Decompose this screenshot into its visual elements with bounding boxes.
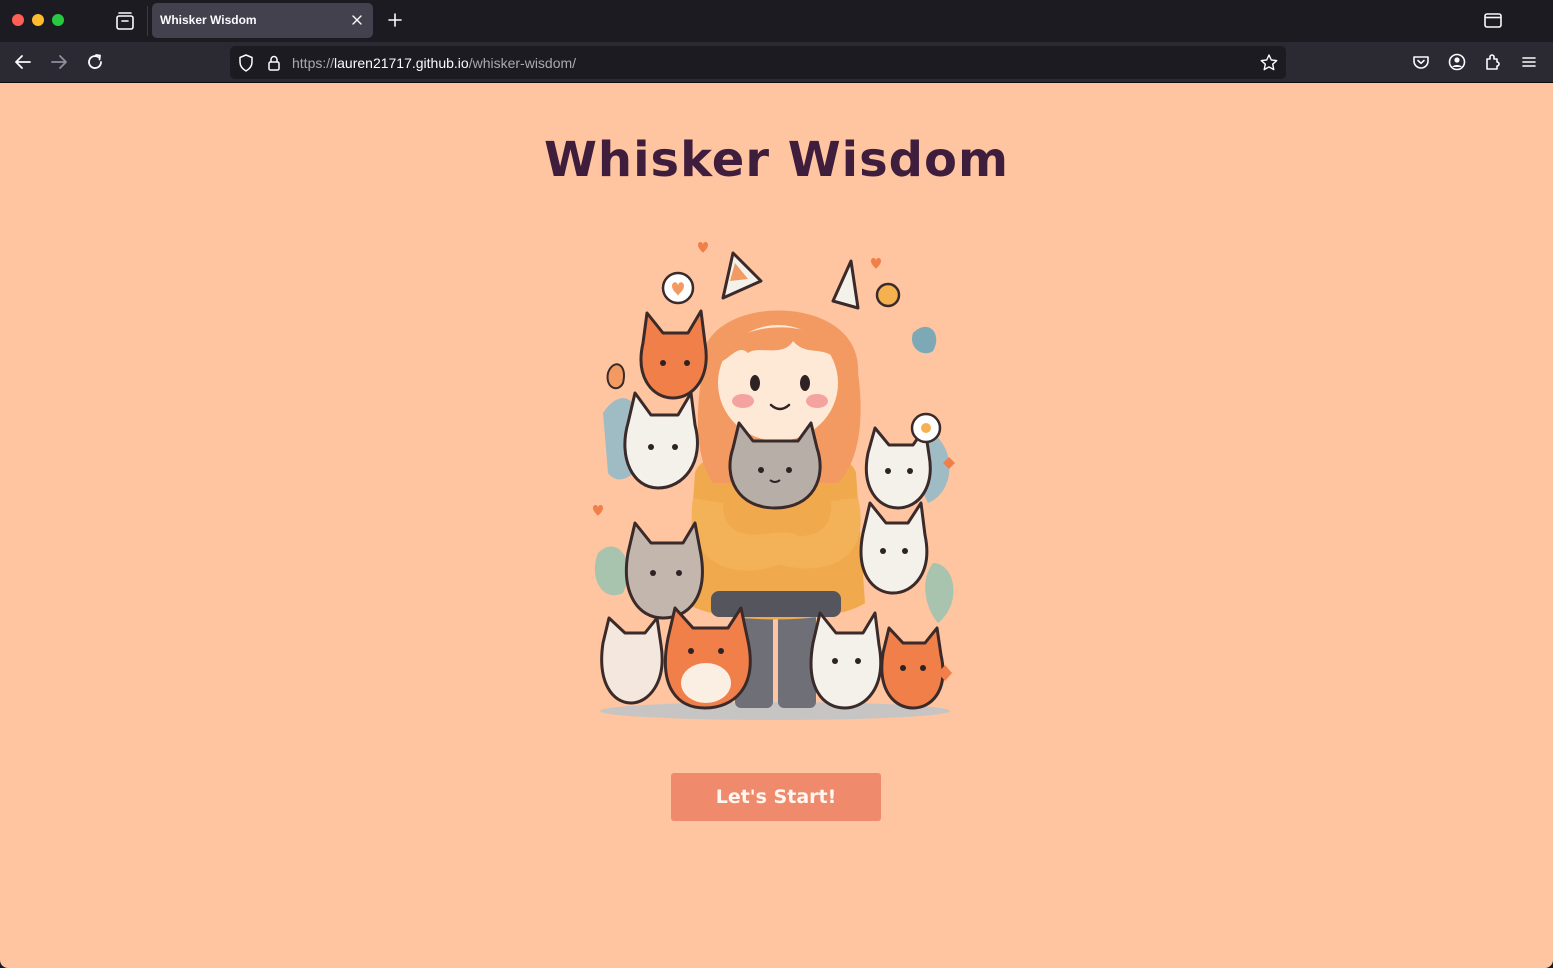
close-tab-icon[interactable] (347, 10, 367, 30)
account-icon[interactable] (1445, 50, 1469, 74)
active-tab[interactable]: Whisker Wisdom (152, 3, 373, 38)
tracking-shield-icon[interactable] (236, 53, 256, 73)
forward-arrow-icon[interactable] (47, 50, 71, 74)
girl-with-cats-illustration (593, 242, 955, 720)
tab-overview-icon[interactable] (114, 10, 136, 32)
reload-icon[interactable] (83, 50, 107, 74)
browser-tab-bar: Whisker Wisdom (0, 0, 1553, 42)
new-tab-icon[interactable] (384, 9, 406, 31)
page-content: Whisker Wisdom Let's Start! (0, 83, 1553, 968)
url-host: lauren21717.github.io (334, 55, 469, 71)
pocket-icon[interactable] (1409, 50, 1433, 74)
minimize-window-button[interactable] (32, 14, 44, 26)
browser-nav-bar: https://lauren21717.github.io/whisker-wi… (0, 42, 1553, 83)
lets-start-button[interactable]: Let's Start! (671, 773, 881, 821)
menu-hamburger-icon[interactable] (1517, 50, 1541, 74)
url-path: /whisker-wisdom/ (468, 55, 577, 71)
url-prefix: https:// (292, 55, 335, 71)
url-text[interactable]: https://lauren21717.github.io/whisker-wi… (292, 55, 576, 71)
tab-title: Whisker Wisdom (160, 13, 257, 27)
tab-separator (147, 6, 148, 36)
back-arrow-icon[interactable] (11, 50, 35, 74)
lock-icon[interactable] (264, 53, 284, 73)
close-window-button[interactable] (12, 14, 24, 26)
bookmark-star-icon[interactable] (1258, 52, 1280, 74)
window-list-icon[interactable] (1481, 9, 1505, 31)
maximize-window-button[interactable] (52, 14, 64, 26)
page-title: Whisker Wisdom (543, 132, 1010, 188)
address-bar[interactable]: https://lauren21717.github.io/whisker-wi… (230, 46, 1286, 79)
extensions-icon[interactable] (1481, 50, 1505, 74)
